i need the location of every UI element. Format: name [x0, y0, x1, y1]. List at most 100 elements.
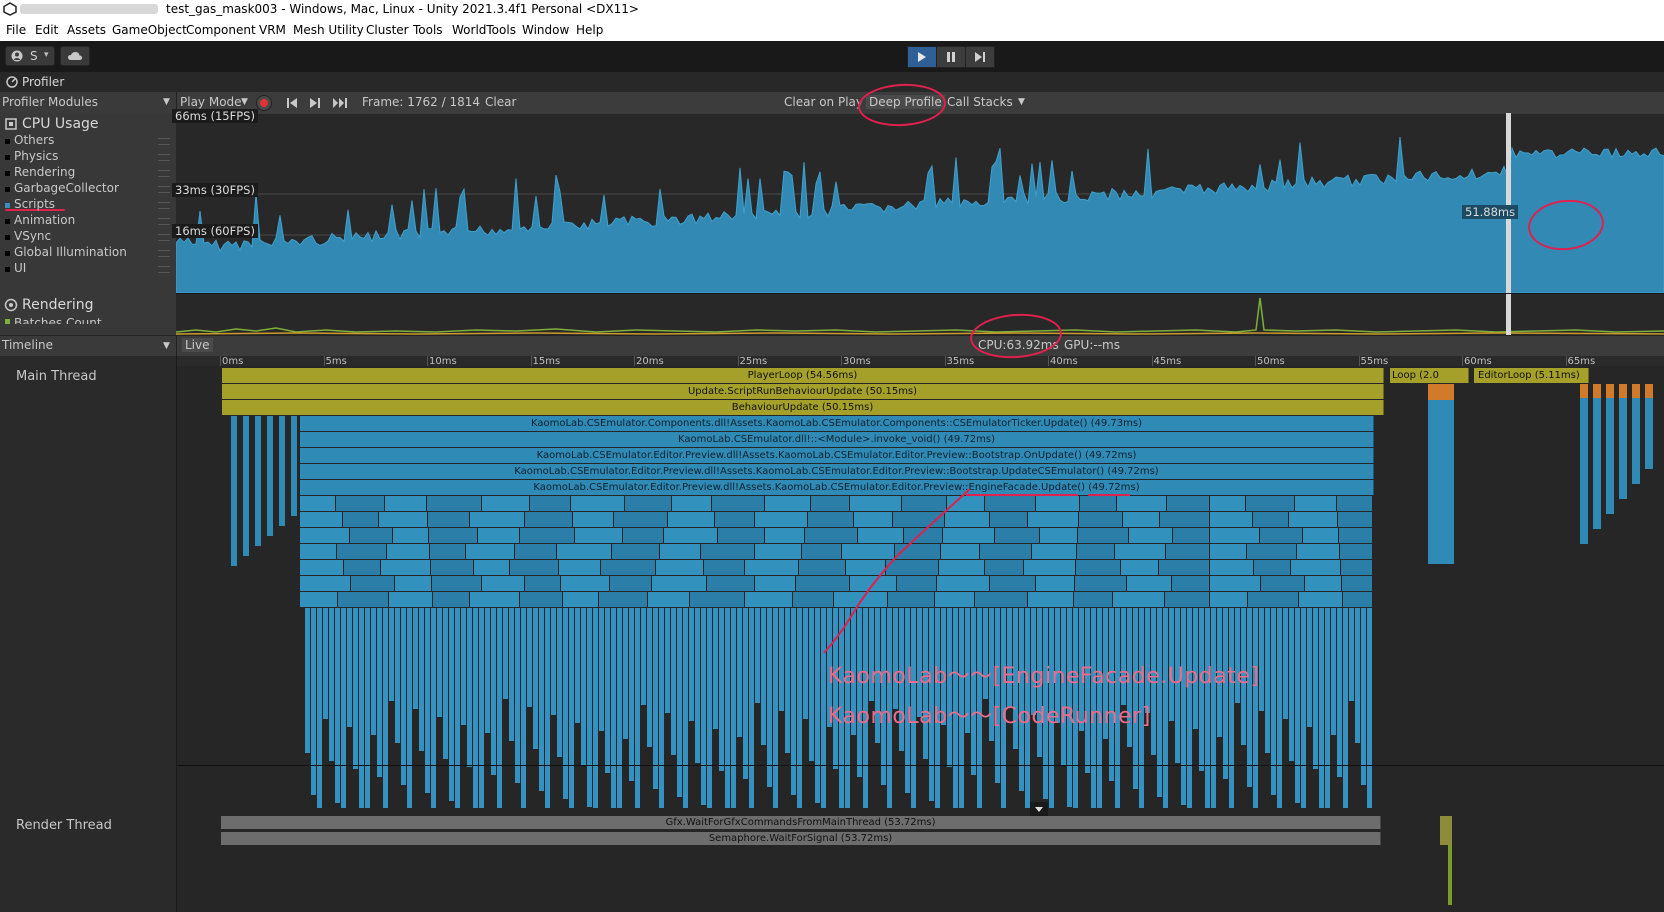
menu-component[interactable]: Component	[186, 23, 256, 37]
next-frame-icon[interactable]	[310, 98, 320, 108]
first-frame-icon[interactable]	[287, 98, 297, 108]
sample-block	[641, 608, 646, 705]
pause-button[interactable]	[936, 46, 966, 68]
drag-handle-icon[interactable]	[158, 154, 170, 161]
sample-block	[1113, 592, 1164, 607]
category-scripts[interactable]: Scripts	[14, 197, 55, 211]
category-garbagecollector[interactable]: GarbageCollector	[14, 181, 119, 195]
category-animation[interactable]: Animation	[14, 213, 75, 227]
drag-handle-icon[interactable]	[158, 266, 170, 273]
main-thread-label[interactable]: Main Thread	[16, 369, 97, 384]
tick-mark	[1565, 356, 1567, 366]
category-swatch	[5, 187, 10, 192]
view-dropdown[interactable]: Timeline ▼	[0, 336, 177, 356]
tick-label: 0ms	[222, 356, 244, 367]
category-vsync[interactable]: VSync	[14, 229, 51, 243]
sample-block	[1259, 608, 1264, 711]
sample-block	[1313, 608, 1318, 769]
sample-block	[995, 608, 1000, 783]
menu-gameobject[interactable]: GameObject	[112, 23, 187, 37]
loop-marker[interactable]: Loop (2.0	[1390, 368, 1469, 383]
category-rendering[interactable]: Rendering	[14, 165, 75, 179]
menu-worldtools[interactable]: WorldTools	[452, 23, 516, 37]
render-bar[interactable]: Gfx.WaitForGfxCommandsFromMainThread (53…	[221, 816, 1381, 829]
menu-tools[interactable]: Tools	[413, 23, 443, 37]
sample-block	[765, 528, 804, 543]
sample-block	[300, 576, 350, 591]
sample-block	[443, 608, 448, 759]
tick-mark	[1358, 356, 1360, 366]
sample-block	[431, 608, 436, 808]
rendering-title[interactable]: Rendering	[22, 297, 94, 313]
sample-block	[719, 608, 724, 771]
main-thread-bar[interactable]: KaomoLab.CSEmulator.Editor.Preview.dll!A…	[300, 448, 1374, 463]
sample-block	[653, 608, 658, 789]
sample-block	[503, 608, 508, 699]
category-global-illumination[interactable]: Global Illumination	[14, 245, 127, 259]
sample-block	[1319, 608, 1324, 808]
sample-block	[985, 496, 1035, 511]
play-button[interactable]	[907, 46, 937, 68]
sample-block	[389, 608, 394, 701]
main-thread-bar[interactable]: KaomoLab.CSEmulator.dll!::<Module>.invok…	[300, 432, 1374, 447]
cloud-icon	[68, 52, 82, 60]
clear-on-play-toggle[interactable]: Clear on Play	[784, 95, 863, 109]
main-thread-bar[interactable]: Update.ScriptRunBehaviourUpdate (50.15ms…	[222, 384, 1384, 399]
profiler-modules-dropdown[interactable]: Profiler Modules ▼	[0, 92, 177, 113]
drag-handle-icon[interactable]	[158, 234, 170, 241]
drag-handle-icon[interactable]	[158, 202, 170, 209]
account-button[interactable]: S ▾	[5, 46, 55, 66]
render-thread-label[interactable]: Render Thread	[16, 818, 112, 833]
sample-block	[527, 608, 532, 707]
sample-block	[509, 608, 514, 741]
category-swatch	[5, 219, 10, 224]
menu-mesh-utility[interactable]: Mesh Utility	[293, 23, 364, 37]
drag-handle-icon[interactable]	[158, 138, 170, 145]
sample-block	[1211, 608, 1216, 808]
time-ruler[interactable]: 0ms 5ms 10ms 15ms 20ms 25ms 30ms 35ms 40ms 45ms 50…	[177, 356, 1664, 367]
menu-window[interactable]: Window	[522, 23, 569, 37]
menu-assets[interactable]: Assets	[67, 23, 106, 37]
category-physics[interactable]: Physics	[14, 149, 58, 163]
cpu-usage-chart[interactable]: 66ms (15FPS) 33ms (30FPS) 16ms (60FPS) 5…	[172, 109, 1664, 293]
tick-label: 25ms	[739, 356, 768, 367]
rendering-chart[interactable]	[176, 293, 1664, 336]
main-thread-bar[interactable]: BehaviourUpdate (50.15ms)	[222, 400, 1384, 415]
menu-vrm[interactable]: VRM	[259, 23, 286, 37]
render-bar[interactable]: Semaphore.WaitForSignal (53.72ms)	[221, 832, 1381, 845]
live-toggle[interactable]: Live	[182, 338, 213, 352]
main-thread-bar[interactable]: KaomoLab.CSEmulator.Editor.Preview.dll!A…	[300, 464, 1374, 479]
drag-handle-icon[interactable]	[158, 170, 170, 177]
play-mode-dropdown[interactable]: Play Mode	[180, 95, 242, 109]
step-button[interactable]	[965, 46, 995, 68]
cpu-usage-title[interactable]: CPU Usage	[22, 116, 99, 132]
editor-loop-marker[interactable]: EditorLoop (5.11ms)	[1474, 368, 1589, 383]
sample-block	[672, 496, 711, 511]
drag-handle-icon[interactable]	[158, 186, 170, 193]
menu-file[interactable]: File	[6, 23, 26, 37]
sample-block	[712, 496, 764, 511]
menu-help[interactable]: Help	[576, 23, 603, 37]
sample-block	[1127, 576, 1171, 591]
sample-block	[455, 608, 460, 808]
collapse-button[interactable]	[1030, 802, 1048, 816]
sample-block	[581, 608, 586, 765]
sample-block	[745, 592, 792, 607]
record-button[interactable]	[256, 95, 272, 111]
clear-button[interactable]: Clear	[485, 95, 516, 109]
main-thread-bar[interactable]: KaomoLab.CSEmulator.Components.dll!Asset…	[300, 416, 1374, 431]
menu-cluster[interactable]: Cluster	[366, 23, 409, 37]
sample-block	[1032, 544, 1076, 559]
drag-handle-icon[interactable]	[158, 250, 170, 257]
sample-block	[671, 608, 676, 755]
category-others[interactable]: Others	[14, 133, 54, 147]
menu-edit[interactable]: Edit	[35, 23, 58, 37]
call-stacks-dropdown[interactable]: Call Stacks	[947, 95, 1013, 109]
sample-block	[755, 608, 760, 703]
main-thread-bar[interactable]: PlayerLoop (54.56ms)	[222, 368, 1384, 383]
current-frame-icon[interactable]	[333, 98, 347, 108]
drag-handle-icon[interactable]	[158, 218, 170, 225]
cloud-button[interactable]	[60, 46, 90, 66]
category-ui[interactable]: UI	[14, 261, 26, 275]
sample-block	[479, 608, 484, 808]
